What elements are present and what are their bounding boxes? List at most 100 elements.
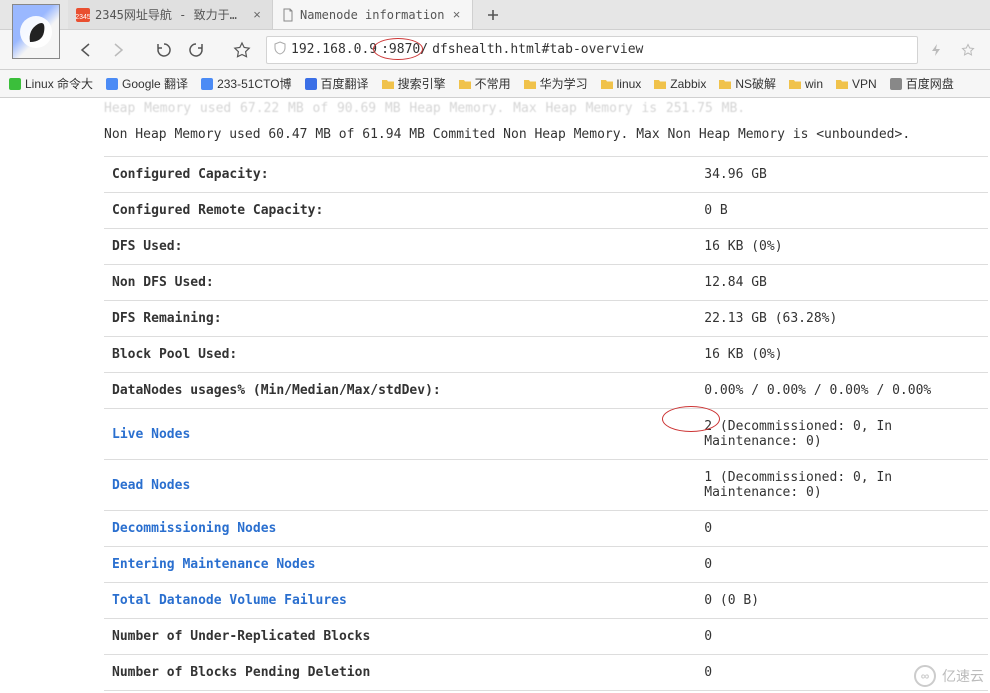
bookmark-label: 百度翻译 — [321, 75, 369, 92]
webpage-content: Heap Memory used 67.22 MB of 90.69 MB He… — [0, 98, 990, 693]
bookmark-label: 不常用 — [475, 75, 511, 92]
tab-close-icon[interactable]: × — [250, 8, 264, 22]
row-key: Block Pool Used: — [104, 337, 696, 373]
row-key: DFS Remaining: — [104, 301, 696, 337]
bookmark-label: linux — [617, 77, 642, 91]
bookmark-item[interactable]: win — [784, 75, 827, 93]
table-row: Number of Blocks Pending Deletion0 — [104, 655, 988, 691]
row-key: Number of Blocks Pending Deletion — [104, 655, 696, 691]
tab-title: Namenode information — [300, 8, 445, 22]
table-row: Total Datanode Volume Failures 0 (0 B) — [104, 583, 988, 619]
bookmark-label: 233-51CTO博 — [217, 75, 291, 92]
new-tab-button[interactable] — [473, 0, 513, 29]
row-link[interactable]: Live Nodes — [112, 427, 190, 442]
bookmark-item[interactable]: Linux 命令大 — [4, 73, 97, 94]
browser-logo — [12, 4, 60, 59]
row-value: 0.00% / 0.00% / 0.00% / 0.00% — [696, 373, 988, 409]
table-row: Configured Remote Capacity:0 B — [104, 193, 988, 229]
bookmark-label: win — [805, 77, 823, 91]
bookmark-label: NS破解 — [735, 75, 776, 92]
address-path: dfshealth.html#tab-overview — [432, 42, 643, 57]
tabs-bar: 2345 2345网址导航 - 致力于打造百 × Namenode inform… — [0, 0, 990, 30]
bookmark-item[interactable]: 华为学习 — [519, 73, 592, 94]
row-key: Non DFS Used: — [104, 265, 696, 301]
bookmark-label: VPN — [852, 77, 877, 91]
bookmarks-bar: Linux 命令大 Google 翻译 233-51CTO博 百度翻译 搜索引擎 不常用 华… — [0, 70, 990, 98]
row-value: 0 — [696, 619, 988, 655]
address-port: :9870/ — [381, 42, 428, 57]
row-value: 0 (0 B) — [696, 583, 988, 619]
bookmark-item[interactable]: NS破解 — [714, 73, 780, 94]
tab-favicon-icon — [281, 8, 295, 22]
bookmark-item[interactable]: 233-51CTO博 — [196, 73, 295, 94]
bookmark-item[interactable]: linux — [596, 75, 646, 93]
tab-0[interactable]: 2345 2345网址导航 - 致力于打造百 × — [68, 0, 273, 29]
table-row: Configured Capacity:34.96 GB — [104, 157, 988, 193]
row-value: 34.96 GB — [696, 157, 988, 193]
table-row: DFS Remaining:22.13 GB (63.28%) — [104, 301, 988, 337]
bookmark-item[interactable]: VPN — [831, 75, 881, 93]
nonheap-memory-line: Non Heap Memory used 60.47 MB of 61.94 M… — [104, 121, 988, 156]
row-link[interactable]: Decommissioning Nodes — [112, 521, 276, 536]
tab-1[interactable]: Namenode information × — [273, 0, 473, 29]
address-host: 192.168.0.9 — [291, 42, 377, 57]
row-key: DataNodes usages% (Min/Median/Max/stdDev… — [104, 373, 696, 409]
shield-icon — [273, 41, 287, 59]
table-row: Dead Nodes 1 (Decommissioned: 0, In Maint… — [104, 460, 988, 511]
bookmark-item[interactable]: Google 翻译 — [101, 73, 192, 94]
favorite-button[interactable] — [228, 36, 256, 64]
address-bar[interactable]: 192.168.0.9 :9870/dfshealth.html#tab-over… — [266, 36, 918, 64]
bookmark-label: Linux 命令大 — [25, 75, 93, 92]
row-value: 16 KB (0%) — [696, 229, 988, 265]
flash-icon[interactable] — [922, 36, 950, 64]
bookmark-item[interactable]: 百度网盘 — [885, 73, 958, 94]
back-button[interactable] — [72, 36, 100, 64]
table-row: Live Nodes 2 (Decommissioned: 0, In Maint… — [104, 409, 988, 460]
bookmark-label: 华为学习 — [540, 75, 588, 92]
bookmark-item[interactable]: Zabbix — [649, 75, 710, 93]
row-link[interactable]: Dead Nodes — [112, 478, 190, 493]
bookmark-label: Zabbix — [670, 77, 706, 91]
bookmark-item[interactable]: 搜索引擎 — [377, 73, 450, 94]
row-key: Total Datanode Volume Failures — [104, 583, 696, 619]
bookmark-item[interactable]: 百度翻译 — [300, 73, 373, 94]
row-key: Dead Nodes — [104, 460, 696, 511]
row-key: DFS Used: — [104, 229, 696, 265]
tab-close-icon[interactable]: × — [450, 8, 464, 22]
row-link[interactable]: Entering Maintenance Nodes — [112, 557, 316, 572]
table-row: Block Pool Used:16 KB (0%) — [104, 337, 988, 373]
row-key: Decommissioning Nodes — [104, 511, 696, 547]
row-key: Entering Maintenance Nodes — [104, 547, 696, 583]
row-link[interactable]: Total Datanode Volume Failures — [112, 593, 347, 608]
bookmark-item[interactable]: 不常用 — [454, 73, 515, 94]
tab-title: 2345网址导航 - 致力于打造百 — [95, 6, 245, 23]
row-key: Live Nodes — [104, 409, 696, 460]
bookmark-star-icon[interactable] — [954, 36, 982, 64]
bookmark-label: Google 翻译 — [122, 75, 188, 92]
heap-memory-line: Heap Memory used 67.22 MB of 90.69 MB He… — [104, 98, 988, 121]
watermark-logo-icon: ∞ — [914, 665, 936, 687]
row-key: Number of Under-Replicated Blocks — [104, 619, 696, 655]
watermark: ∞ 亿速云 — [914, 665, 984, 687]
tab-favicon-icon: 2345 — [76, 8, 90, 22]
row-value: 22.13 GB (63.28%) — [696, 301, 988, 337]
svg-text:2345: 2345 — [76, 14, 90, 21]
row-value: 0 — [696, 511, 988, 547]
bookmark-label: 搜索引擎 — [398, 75, 446, 92]
undo-reload-button[interactable] — [182, 36, 210, 64]
summary-table: Configured Capacity:34.96 GBConfigured R… — [104, 156, 988, 693]
row-value: 0 — [696, 547, 988, 583]
watermark-text: 亿速云 — [942, 666, 984, 686]
table-row: DFS Used:16 KB (0%) — [104, 229, 988, 265]
table-row: Entering Maintenance Nodes 0 — [104, 547, 988, 583]
row-value: 1 (Decommissioned: 0, In Maintenance: 0) — [696, 460, 988, 511]
row-key: Configured Remote Capacity: — [104, 193, 696, 229]
row-value: 12.84 GB — [696, 265, 988, 301]
reload-button[interactable] — [150, 36, 178, 64]
forward-button[interactable] — [104, 36, 132, 64]
table-row: Non DFS Used:12.84 GB — [104, 265, 988, 301]
row-value: 16 KB (0%) — [696, 337, 988, 373]
row-value: 2 (Decommissioned: 0, In Maintenance: 0) — [696, 409, 988, 460]
row-value: 0 B — [696, 193, 988, 229]
table-row: Decommissioning Nodes 0 — [104, 511, 988, 547]
